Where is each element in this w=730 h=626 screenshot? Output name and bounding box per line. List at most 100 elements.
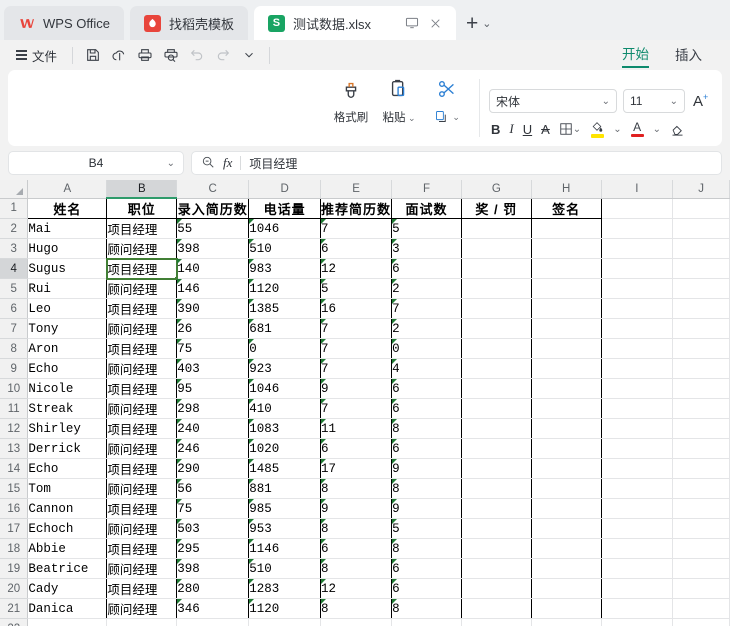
chevron-down-icon[interactable]: ⌄ — [653, 124, 661, 135]
cell-c16[interactable]: 75 — [176, 498, 250, 519]
cell-g1[interactable]: 奖 / 罚 — [460, 197, 532, 219]
table-row[interactable]: 15 Tom 顾问经理 56 881 8 8 — [0, 478, 730, 499]
redo-icon[interactable] — [210, 43, 236, 67]
table-row[interactable]: 19 Beatrice 顾问经理 398 510 8 6 — [0, 558, 730, 579]
cell-h6[interactable] — [530, 298, 602, 319]
table-row[interactable]: 8 Aron 项目经理 75 0 7 0 — [0, 338, 730, 359]
cell-e21[interactable]: 8 — [320, 598, 393, 619]
cell-i2[interactable] — [601, 218, 674, 239]
cell-f12[interactable]: 8 — [391, 418, 462, 439]
cell-d7[interactable]: 681 — [248, 318, 322, 339]
cell-e20[interactable]: 12 — [320, 578, 393, 599]
row-header-9[interactable]: 9 — [0, 358, 29, 379]
cloud-sync-icon[interactable] — [106, 43, 132, 67]
cell-h12[interactable] — [530, 418, 602, 439]
cell-j6[interactable] — [672, 298, 730, 319]
cell-j3[interactable] — [672, 238, 730, 259]
cell-e13[interactable]: 6 — [320, 438, 393, 459]
table-row[interactable]: 3 Hugo 顾问经理 398 510 6 3 — [0, 238, 730, 259]
cell-g11[interactable] — [460, 398, 532, 419]
row-header-19[interactable]: 19 — [0, 558, 29, 579]
cell-d3[interactable]: 510 — [248, 238, 322, 259]
cell-f21[interactable]: 8 — [391, 598, 462, 619]
cell-b2[interactable]: 项目经理 — [106, 218, 178, 239]
cell-c9[interactable]: 403 — [176, 358, 250, 379]
cell-e16[interactable]: 9 — [320, 498, 393, 519]
cell-g10[interactable] — [460, 378, 532, 399]
cell-j20[interactable] — [672, 578, 730, 599]
cell-a6[interactable]: Leo — [27, 298, 108, 319]
cell-c7[interactable]: 26 — [176, 318, 250, 339]
cell-i20[interactable] — [601, 578, 674, 599]
cell-c18[interactable]: 295 — [176, 538, 250, 559]
cell-b10[interactable]: 项目经理 — [106, 378, 178, 399]
cell-e11[interactable]: 7 — [320, 398, 393, 419]
row-header-14[interactable]: 14 — [0, 458, 29, 479]
cell-g21[interactable] — [460, 598, 532, 619]
table-row[interactable]: 13 Derrick 顾问经理 246 1020 6 6 — [0, 438, 730, 459]
cell-a17[interactable]: Echoch — [27, 518, 108, 539]
cell-f19[interactable]: 6 — [391, 558, 462, 579]
cell-b15[interactable]: 顾问经理 — [106, 478, 178, 499]
cell-a21[interactable]: Danica — [27, 598, 108, 619]
fill-color-button[interactable] — [590, 120, 604, 138]
cell-i16[interactable] — [601, 498, 674, 519]
row-header-4[interactable]: 4 — [0, 258, 29, 279]
cell-e12[interactable]: 11 — [320, 418, 393, 439]
cell-g6[interactable] — [460, 298, 532, 319]
ribbon-tab-insert[interactable]: 插入 — [675, 44, 702, 67]
cell-e14[interactable]: 17 — [320, 458, 393, 479]
row-header-2[interactable]: 2 — [0, 218, 29, 239]
cell-c1[interactable]: 录入简历数 — [176, 197, 250, 219]
row-header-10[interactable]: 10 — [0, 378, 29, 399]
cell-c3[interactable]: 398 — [176, 238, 250, 259]
row-header-20[interactable]: 20 — [0, 578, 29, 599]
cell-h2[interactable] — [530, 218, 602, 239]
table-row[interactable]: 1 姓名 职位 录入简历数 电话量 推荐简历数 面试数 奖 / 罚 签名 — [0, 197, 730, 219]
cell-b4[interactable]: 项目经理 — [105, 257, 178, 280]
cell-i18[interactable] — [601, 538, 674, 559]
cell-b11[interactable]: 顾问经理 — [106, 398, 178, 419]
row-header-5[interactable]: 5 — [0, 278, 29, 299]
cell-b17[interactable]: 顾问经理 — [106, 518, 178, 539]
table-row[interactable]: 10 Nicole 项目经理 95 1046 9 6 — [0, 378, 730, 399]
cell-d4[interactable]: 983 — [248, 258, 322, 279]
cell-f10[interactable]: 6 — [391, 378, 462, 399]
table-row[interactable]: 16 Cannon 项目经理 75 985 9 9 — [0, 498, 730, 519]
cell-e6[interactable]: 16 — [320, 298, 393, 319]
cell-g13[interactable] — [460, 438, 532, 459]
cell-h17[interactable] — [530, 518, 602, 539]
cell-e10[interactable]: 9 — [320, 378, 393, 399]
cell-h13[interactable] — [530, 438, 602, 459]
cell-i6[interactable] — [601, 298, 674, 319]
chevron-down-icon[interactable]: ⌄ — [167, 158, 175, 169]
cell-j10[interactable] — [672, 378, 730, 399]
font-color-button[interactable]: A — [630, 121, 644, 138]
cell-f8[interactable]: 0 — [391, 338, 462, 359]
cell-i22[interactable] — [601, 618, 674, 626]
cell-g3[interactable] — [460, 238, 532, 259]
cell-d5[interactable]: 1120 — [248, 278, 322, 299]
cell-h19[interactable] — [530, 558, 602, 579]
tab-template-store[interactable]: 找稻壳模板 — [129, 6, 248, 40]
cell-h16[interactable] — [530, 498, 602, 519]
cell-e4[interactable]: 12 — [320, 258, 393, 279]
cell-g2[interactable] — [460, 218, 532, 239]
cell-e5[interactable]: 5 — [320, 278, 393, 299]
tab-test-data-xlsx[interactable]: S 测试数据.xlsx — [253, 6, 456, 40]
cell-g20[interactable] — [460, 578, 532, 599]
cell-j4[interactable] — [672, 258, 730, 279]
cell-h3[interactable] — [530, 238, 602, 259]
table-row[interactable]: 7 Tony 顾问经理 26 681 7 2 — [0, 318, 730, 339]
cell-e1[interactable]: 推荐简历数 — [320, 197, 393, 219]
cell-b16[interactable]: 项目经理 — [106, 498, 178, 519]
column-header-a[interactable]: A — [27, 180, 108, 199]
cell-d1[interactable]: 电话量 — [248, 197, 322, 219]
italic-button[interactable]: I — [509, 121, 513, 137]
cell-a5[interactable]: Rui — [27, 278, 108, 299]
undo-icon[interactable] — [184, 43, 210, 67]
table-row[interactable]: 12 Shirley 项目经理 240 1083 11 8 — [0, 418, 730, 439]
cell-i15[interactable] — [601, 478, 674, 499]
cell-b1[interactable]: 职位 — [106, 197, 178, 219]
cell-j14[interactable] — [672, 458, 730, 479]
